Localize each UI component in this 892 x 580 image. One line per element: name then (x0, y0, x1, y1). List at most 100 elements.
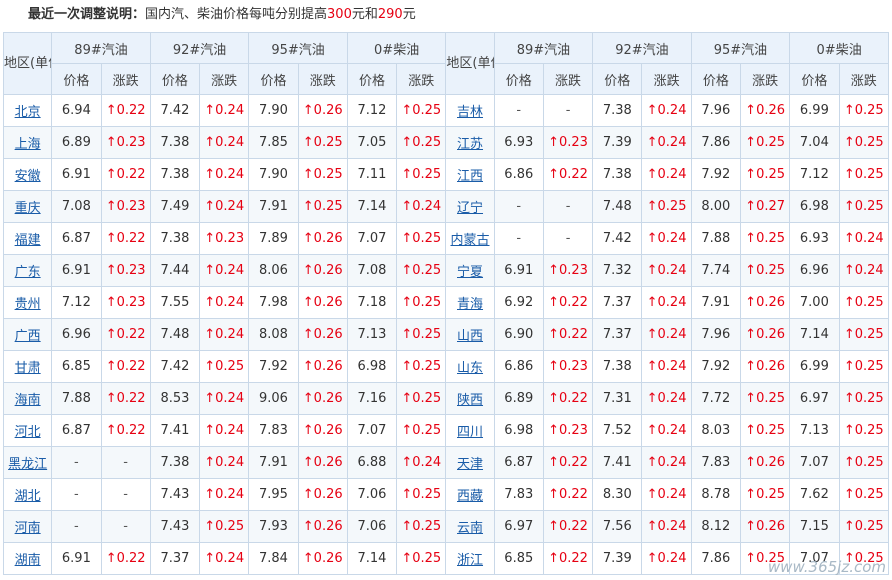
price-cell: 7.37 (592, 318, 643, 351)
region-link-cell[interactable]: 山西 (445, 318, 495, 351)
region-link[interactable]: 贵州 (15, 297, 41, 312)
region-link-cell[interactable]: 福建 (2, 222, 53, 255)
region-link[interactable]: 内蒙古 (451, 233, 490, 248)
region-link[interactable]: 江西 (457, 169, 483, 184)
region-link[interactable]: 北京 (15, 105, 41, 120)
region-link-cell[interactable]: 重庆 (2, 190, 53, 223)
region-link-cell[interactable]: 江西 (445, 158, 495, 191)
change-cell: ↑0.22 (542, 510, 594, 543)
price-cell: 7.39 (592, 542, 643, 575)
region-link-cell[interactable]: 宁夏 (445, 254, 495, 287)
price-cell: 7.49 (149, 190, 201, 223)
region-link-cell[interactable]: 江苏 (445, 126, 495, 159)
region-link-cell[interactable]: 上海 (2, 126, 53, 159)
price-cell: 7.98 (248, 286, 299, 319)
change-cell: ↑0.22 (100, 350, 151, 383)
price-cell: 7.91 (690, 286, 741, 319)
region-link-cell[interactable]: 湖北 (2, 478, 53, 511)
region-link[interactable]: 上海 (15, 137, 41, 152)
price-cell: 7.16 (346, 382, 398, 415)
region-link-cell[interactable]: 山东 (445, 350, 495, 383)
region-link[interactable]: 广东 (15, 265, 41, 280)
region-link-cell[interactable]: 贵州 (2, 286, 53, 319)
change-cell: ↑0.25 (739, 414, 791, 447)
price-cell: 7.43 (149, 478, 201, 511)
region-link-cell[interactable]: 内蒙古 (445, 222, 495, 255)
table-row: 重庆 7.08 ↑0.23 7.49 ↑0.24 7.91 ↑0.25 7.14 ↑0.24 辽宁… (2, 190, 889, 223)
price-cell: 7.93 (248, 510, 299, 543)
region-link-cell[interactable]: 广西 (2, 318, 53, 351)
price-cell: 6.91 (51, 158, 102, 191)
change-cell: ↑0.25 (396, 222, 447, 255)
region-link-cell[interactable]: 甘肃 (2, 350, 53, 383)
region-link-cell[interactable]: 陕西 (445, 382, 495, 415)
region-link[interactable]: 福建 (15, 233, 41, 248)
region-link-cell[interactable]: 青海 (445, 286, 495, 319)
price-cell: - (493, 222, 544, 255)
region-link[interactable]: 四川 (457, 425, 483, 440)
adjustment-note: 最近一次调整说明：国内汽、柴油价格每吨分别提高300元和290元 (0, 0, 892, 30)
region-link[interactable]: 甘肃 (15, 361, 41, 376)
price-cell: 6.94 (51, 94, 102, 127)
price-cell: 7.38 (592, 94, 643, 127)
region-link[interactable]: 浙江 (457, 553, 483, 568)
change-cell: ↑0.25 (838, 126, 889, 159)
region-link[interactable]: 湖北 (15, 489, 41, 504)
region-link-cell[interactable]: 浙江 (445, 542, 495, 575)
price-cell: 7.42 (149, 94, 201, 127)
change-cell: ↑0.24 (838, 254, 889, 287)
change-cell: ↑0.22 (542, 542, 594, 575)
adjustment-note-mid: 元和 (351, 7, 378, 22)
change-cell: ↑0.25 (396, 382, 447, 415)
region-link[interactable]: 江苏 (457, 137, 483, 152)
change-cell: ↑0.23 (542, 414, 594, 447)
region-link[interactable]: 重庆 (15, 201, 41, 216)
region-link-cell[interactable]: 广东 (2, 254, 53, 287)
price-cell: 7.86 (690, 542, 741, 575)
price-cell: 6.99 (789, 350, 840, 383)
region-link-cell[interactable]: 天津 (445, 446, 495, 479)
region-link-cell[interactable]: 湖南 (2, 542, 53, 575)
region-link[interactable]: 辽宁 (457, 201, 483, 216)
region-link-cell[interactable]: 海南 (2, 382, 53, 415)
region-link[interactable]: 吉林 (457, 105, 483, 120)
region-link[interactable]: 河南 (15, 521, 41, 536)
region-link-cell[interactable]: 河北 (2, 414, 53, 447)
change-cell: ↑0.23 (542, 126, 594, 159)
price-cell: - (51, 478, 102, 511)
change-cell: ↑0.22 (100, 222, 151, 255)
region-link-cell[interactable]: 西藏 (445, 478, 495, 511)
change-cell: ↑0.26 (739, 94, 791, 127)
price-cell: 7.13 (789, 414, 840, 447)
change-cell: - (542, 190, 594, 223)
change-cell: ↑0.25 (199, 350, 250, 383)
region-link-cell[interactable]: 四川 (445, 414, 495, 447)
region-link[interactable]: 山西 (457, 329, 483, 344)
price-cell: - (493, 190, 544, 223)
region-link[interactable]: 广西 (15, 329, 41, 344)
region-link[interactable]: 西藏 (457, 489, 483, 504)
region-link-cell[interactable]: 河南 (2, 510, 53, 543)
region-link-cell[interactable]: 安徽 (2, 158, 53, 191)
region-link[interactable]: 海南 (15, 393, 41, 408)
region-link[interactable]: 河北 (15, 425, 41, 440)
region-link[interactable]: 宁夏 (457, 265, 483, 280)
change-cell: ↑0.25 (838, 382, 889, 415)
region-link-cell[interactable]: 吉林 (445, 94, 495, 127)
price-cell: 6.87 (51, 414, 102, 447)
change-cell: ↑0.24 (641, 94, 692, 127)
region-link[interactable]: 天津 (457, 457, 483, 472)
region-link[interactable]: 湖南 (15, 553, 41, 568)
region-link-cell[interactable]: 黑龙江 (2, 446, 53, 479)
region-link[interactable]: 黑龙江 (8, 457, 47, 472)
region-link-cell[interactable]: 北京 (2, 94, 53, 127)
region-link[interactable]: 山东 (457, 361, 483, 376)
price-cell: 7.38 (149, 222, 201, 255)
region-link-cell[interactable]: 云南 (445, 510, 495, 543)
region-link[interactable]: 陕西 (457, 393, 483, 408)
region-link[interactable]: 青海 (457, 297, 483, 312)
region-link-cell[interactable]: 辽宁 (445, 190, 495, 223)
region-link[interactable]: 云南 (457, 521, 483, 536)
region-link[interactable]: 安徽 (15, 169, 41, 184)
change-cell: ↑0.23 (199, 222, 250, 255)
